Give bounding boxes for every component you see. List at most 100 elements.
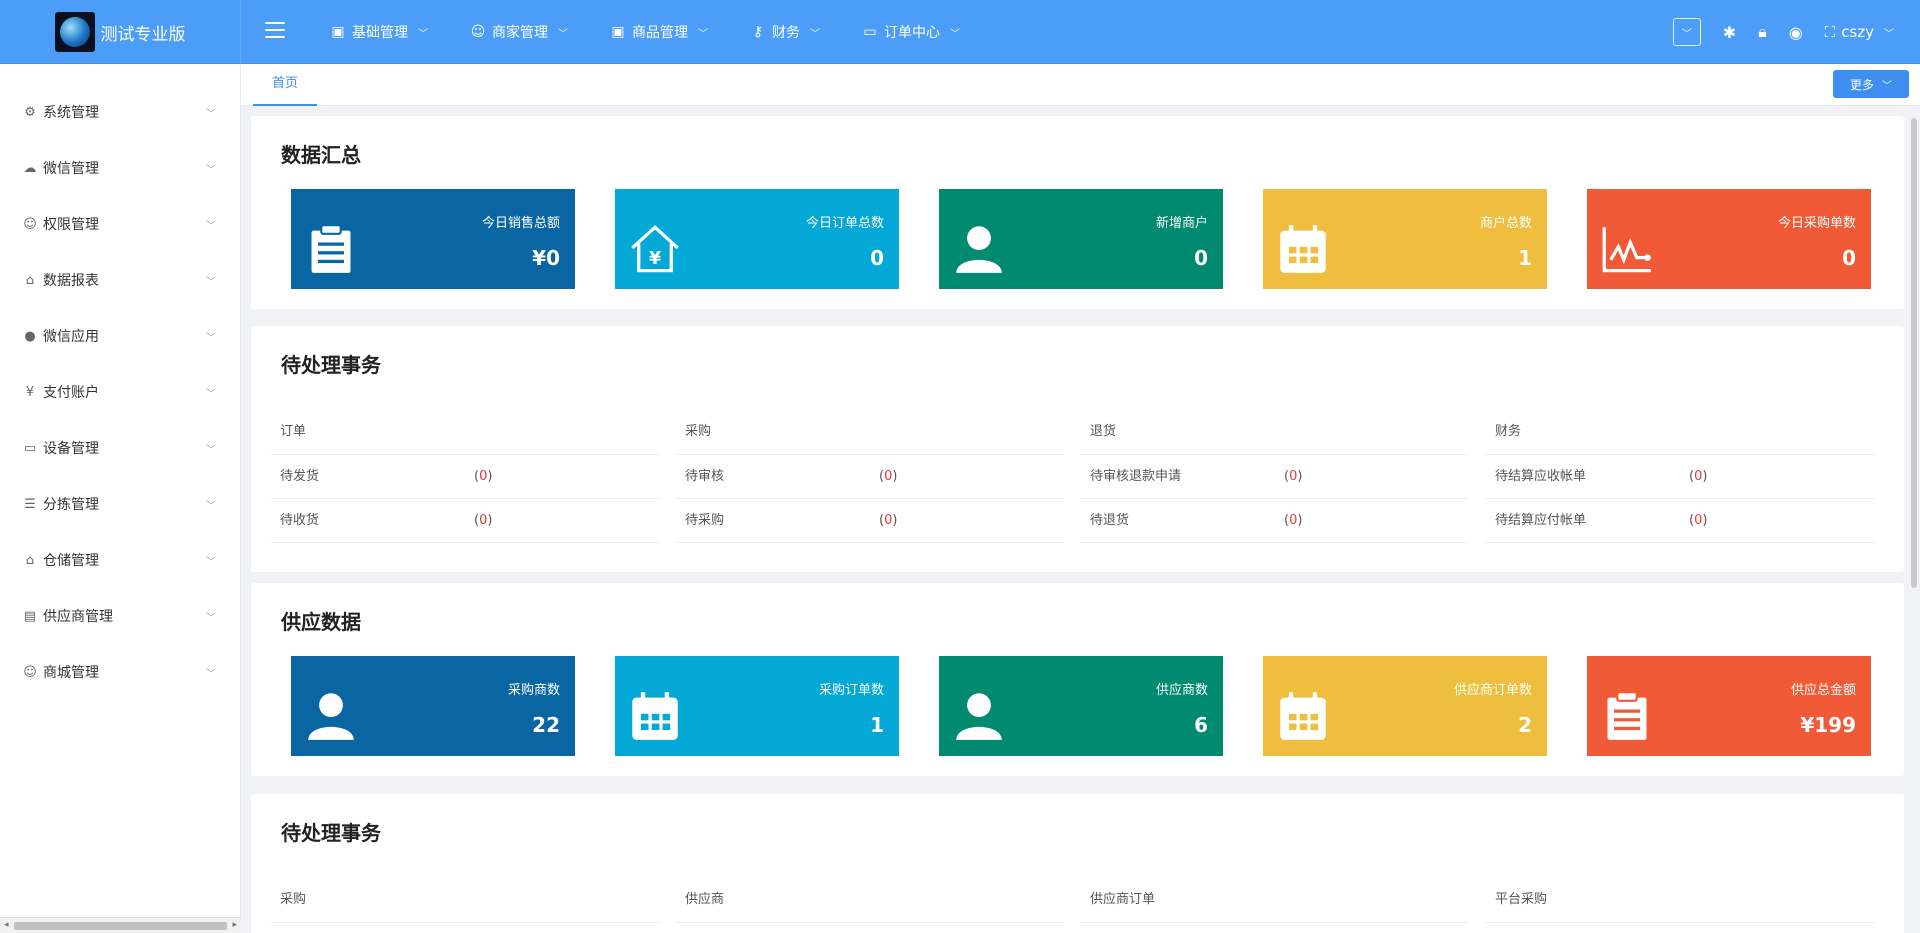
chevron-down-icon: ﹀ [1884,28,1894,40]
sidebar-item-payment[interactable]: ¥ 支付账户 ﹀ [0,364,240,420]
card-new-merchants[interactable]: 新增商户 0 [939,189,1223,289]
row-count[interactable]: (0) [474,499,492,543]
key-icon: ⚷ [752,24,764,40]
sidebar-item-sorting[interactable]: ☰ 分拣管理 ﹀ [0,476,240,532]
clipboard-icon: ▤ [23,608,37,624]
card-total-merchants[interactable]: 商户总数 1 [1263,189,1547,289]
row-count[interactable]: (0) [879,499,897,543]
sidebar-item-wechat-app[interactable]: ● 微信应用 ﹀ [0,308,240,364]
chevron-down-icon: ﹀ [1882,80,1892,92]
topnav-item-finance[interactable]: ⚷ 财务 ﹀ [750,22,820,42]
table-row[interactable]: 待退货 (0) [1081,499,1469,543]
sidebar-item-label: 供应商管理 [43,609,113,625]
sidebar-item-permission[interactable]: ☺ 权限管理 ﹀ [0,196,240,252]
row-label: 待发货 [280,469,320,484]
pending-column-orders: 订单 待发货 (0) 待收货 (0) [271,409,659,543]
card-today-purchases[interactable]: 今日采购单数 0 [1587,189,1871,289]
card-label: 今日采购单数 [1777,216,1856,231]
topnav-item-goods[interactable]: ▣ 商品管理 ﹀ [610,22,708,42]
lock-icon[interactable]: 🔒︎ [1758,22,1767,42]
sidebar-item-device[interactable]: ▭ 设备管理 ﹀ [0,420,240,476]
row-count[interactable]: (0) [1284,455,1302,499]
card-label: 商户总数 [1479,216,1532,231]
table-row[interactable]: 待发货 (0) [271,455,659,499]
users-icon: ☺ [470,24,486,40]
card-supply-amount[interactable]: 供应总金额 ¥199 [1587,656,1871,756]
clipboard-icon [1607,691,1647,740]
sidebar-item-label: 系统管理 [43,105,99,121]
row-count[interactable]: (0) [474,455,492,499]
sidebar-item-label: 权限管理 [43,217,99,233]
topnav-item-basic[interactable]: ▣ 基础管理 ﹀ [330,22,428,42]
logo-image [54,12,95,52]
pending-title: 待处理事务 [281,353,381,377]
topnav-item-orders[interactable]: ▭ 订单中心 ﹀ [862,22,960,42]
column-header: 采购 [271,877,659,923]
top-nav: ▣ 基础管理 ﹀ ☺ 商家管理 ﹀ ▣ 商品管理 ﹀ ⚷ 财务 ﹀ ▭ 订单中心… [330,0,1002,64]
pending2-column-supplier: 供应商 [676,877,1064,923]
table-row[interactable]: 待审核退款申请 (0) [1081,455,1469,499]
card-buyers[interactable]: 采购商数 22 [291,656,575,756]
sidebar-item-warehouse[interactable]: ⌂ 仓储管理 ﹀ [0,532,240,588]
card-today-sales[interactable]: 今日销售总额 ¥0 [291,189,575,289]
topnav-label: 商家管理 [492,25,548,41]
card-value: 1 [870,713,884,737]
sidebar-item-system[interactable]: ⚙ 系统管理 ﹀ [0,84,240,140]
calendar-icon [1280,225,1326,273]
sidebar-item-label: 仓储管理 [43,553,99,569]
card-today-orders[interactable]: ¥ 今日订单总数 0 [615,189,899,289]
pending2-title: 待处理事务 [281,821,381,845]
home-icon: ⌂ [25,272,35,288]
table-row[interactable]: 待结算应收帐单 (0) [1486,455,1874,499]
card-suppliers[interactable]: 供应商数 6 [939,656,1223,756]
sidebar-item-reports[interactable]: ⌂ 数据报表 ﹀ [0,252,240,308]
sidebar-item-wechat[interactable]: ☁ 微信管理 ﹀ [0,140,240,196]
card-label: 新增商户 [1155,216,1208,231]
card-value: 22 [532,713,560,737]
clipboard-icon [311,224,351,273]
calendar-icon [1280,692,1326,740]
warehouse-icon: ⌂ [25,552,35,568]
table-row[interactable]: 待收货 (0) [271,499,659,543]
user-menu[interactable]: ⛶ cszy ﹀ [1825,23,1894,41]
tab-bar: 首页 更多 ﹀ [241,64,1920,106]
card-label: 供应商订单数 [1453,683,1532,698]
sidebar-horizontal-scrollbar[interactable]: ◂ ▸ [0,917,241,933]
chevron-down-icon: ﹀ [206,108,216,120]
topnav-item-merchant[interactable]: ☺ 商家管理 ﹀ [470,22,568,42]
column-header: 财务 [1486,409,1874,455]
row-count[interactable]: (0) [1689,455,1707,499]
vertical-scrollbar[interactable] [1911,118,1917,588]
card-supplier-orders[interactable]: 供应商订单数 2 [1263,656,1547,756]
pending-panel-2: 待处理事务 采购 供应商 供应商订单 平台采购 [251,794,1904,933]
column-header: 供应商订单 [1081,877,1469,923]
chevron-down-icon: ﹀ [206,444,216,456]
logo-area[interactable]: 测试专业版 [0,0,241,64]
tab-home[interactable]: 首页 [253,64,317,106]
fullscreen-icon[interactable]: ⛶ [1825,23,1836,41]
chevron-down-icon: ﹀ [206,500,216,512]
eye-icon[interactable]: ◉ [1789,23,1803,42]
row-count[interactable]: (0) [1284,499,1302,543]
gear-icon: ⚙ [24,104,36,120]
more-button[interactable]: 更多 ﹀ [1833,70,1909,98]
sidebar-item-mall[interactable]: ☺ 商城管理 ﹀ [0,644,240,700]
row-count[interactable]: (0) [1689,499,1707,543]
card-value: 0 [870,246,884,270]
table-row[interactable]: 待结算应付帐单 (0) [1486,499,1874,543]
sidebar-item-supplier[interactable]: ▤ 供应商管理 ﹀ [0,588,240,644]
list-icon: ☰ [24,496,36,512]
monitor-icon: ▣ [611,24,625,40]
table-row[interactable]: 待审核 (0) [676,455,1064,499]
card-purchase-orders[interactable]: 采购订单数 1 [615,656,899,756]
person-icon [956,226,1002,273]
dropdown-box-button[interactable]: ﹀ [1672,18,1701,46]
pending-column-finance: 财务 待结算应收帐单 (0) 待结算应付帐单 (0) [1486,409,1874,543]
row-count[interactable]: (0) [879,455,897,499]
card-value: 6 [1194,713,1208,737]
chevron-down-icon: ﹀ [206,612,216,624]
bug-icon[interactable]: ✱ [1723,23,1736,42]
table-row[interactable]: 待采购 (0) [676,499,1064,543]
menu-toggle-icon[interactable] [265,22,285,40]
calendar-icon [632,692,678,740]
